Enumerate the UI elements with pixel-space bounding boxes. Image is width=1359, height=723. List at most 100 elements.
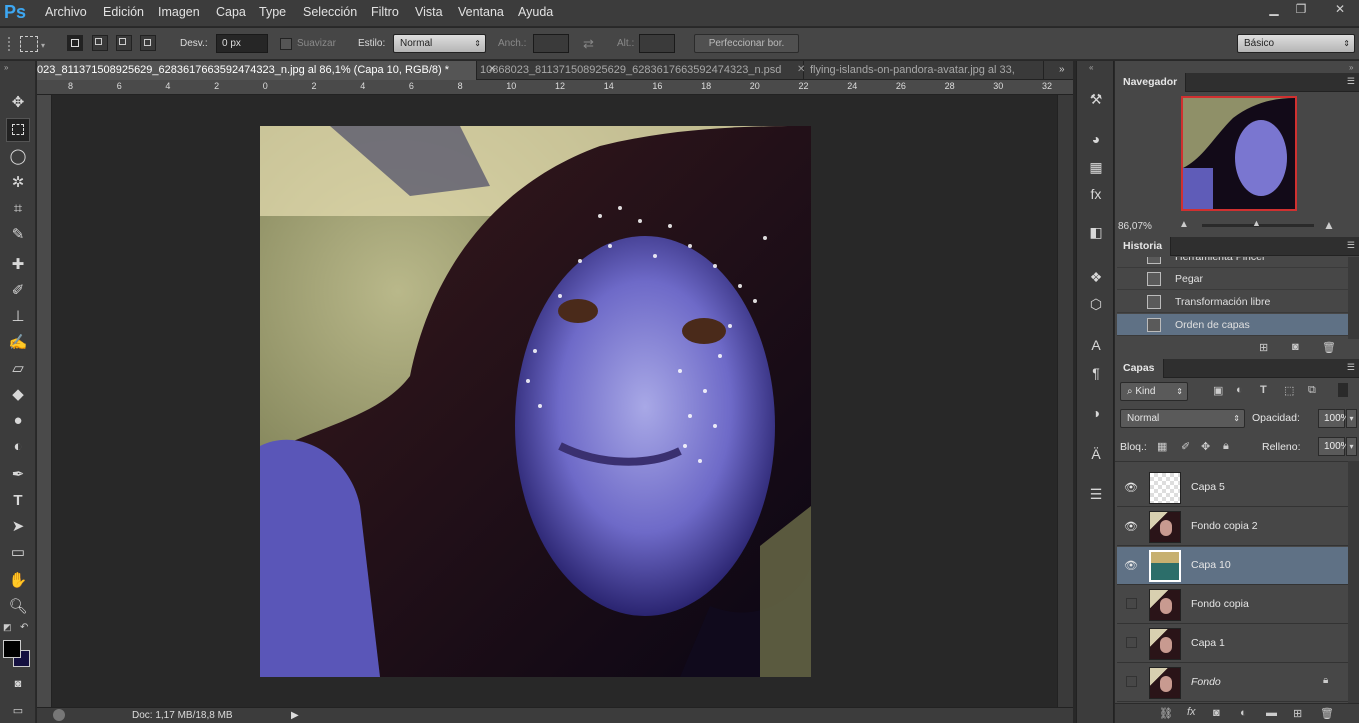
collapse-icon[interactable]: «	[1089, 63, 1093, 72]
history-item[interactable]: Transformación libre	[1117, 291, 1348, 313]
layer-row[interactable]: 👁︎ Fondo copia 2	[1117, 508, 1348, 546]
history-item[interactable]: Pegar	[1117, 268, 1348, 290]
menu-capa[interactable]: Capa	[216, 5, 246, 19]
tab-capas[interactable]: Capas	[1115, 359, 1164, 378]
rectangle-tool-icon[interactable]: ▭	[6, 541, 30, 565]
eye-icon[interactable]: 👁︎	[1124, 481, 1138, 495]
layer-kind-filter[interactable]: ⌕ Kind ⇕	[1120, 382, 1188, 401]
filter-pixel-icon[interactable]: ▣	[1213, 384, 1223, 397]
layer-row[interactable]: Fondo copia	[1117, 586, 1348, 624]
chevron-down-icon[interactable]: ▾	[1346, 409, 1357, 428]
eyedropper-tool-icon[interactable]: ✎	[6, 223, 30, 247]
add-mask-icon[interactable]: ◙	[1213, 707, 1220, 719]
styles-panel-icon[interactable]: fx	[1085, 183, 1107, 205]
layer-row[interactable]: Fondo 🔒︎	[1117, 664, 1348, 702]
blend-mode-select[interactable]: Normal ⇕	[1120, 409, 1245, 428]
new-group-icon[interactable]: ▬	[1266, 707, 1277, 719]
feather-input[interactable]: 0 px	[216, 34, 268, 53]
new-selection-icon[interactable]	[67, 35, 83, 51]
add-selection-icon[interactable]	[92, 35, 108, 51]
intersect-selection-icon[interactable]	[140, 35, 156, 51]
history-scrollbar[interactable]	[1348, 257, 1359, 339]
status-menu-icon[interactable]: ▶	[291, 710, 299, 721]
collapse-icon[interactable]: »	[4, 63, 8, 72]
zoom-in-icon[interactable]: ▲	[1323, 218, 1335, 232]
rectangular-marquee-tool-icon[interactable]	[6, 118, 30, 142]
menu-imagen[interactable]: Imagen	[158, 5, 200, 19]
quick-mask-icon[interactable]: ◙	[6, 672, 30, 696]
navigator-preview[interactable]	[1181, 96, 1297, 211]
filter-smartobject-icon[interactable]: ⧉	[1308, 384, 1316, 397]
filter-shape-icon[interactable]: ⬚	[1284, 384, 1294, 397]
height-input[interactable]	[639, 34, 675, 53]
menu-type[interactable]: Type	[259, 5, 286, 19]
eye-hidden-icon[interactable]	[1124, 637, 1138, 651]
trash-icon[interactable]: 🗑︎	[1320, 707, 1334, 720]
subtract-selection-icon[interactable]	[116, 35, 132, 51]
healing-brush-tool-icon[interactable]: ✚	[6, 253, 30, 277]
brush-tool-icon[interactable]: ✐	[6, 279, 30, 303]
fill-input[interactable]: 100%	[1318, 437, 1350, 456]
panel-menu-icon[interactable]: ☰	[1347, 76, 1355, 87]
filter-toggle[interactable]	[1338, 383, 1348, 397]
eye-hidden-icon[interactable]	[1124, 598, 1138, 612]
collapse-icon[interactable]: »	[1349, 63, 1353, 72]
history-brush-tool-icon[interactable]: ✍	[6, 331, 30, 355]
lock-all-icon[interactable]: 🔒︎	[1223, 440, 1229, 453]
new-document-from-state-icon[interactable]: ⊞	[1259, 341, 1268, 354]
menu-seleccion[interactable]: Selección	[303, 5, 357, 19]
clone-stamp-tool-icon[interactable]: ⊥	[6, 305, 30, 329]
close-icon[interactable]: ✕	[1322, 0, 1358, 18]
pen-tool-icon[interactable]: ✒	[6, 463, 30, 487]
brush-presets-icon[interactable]: ◑	[1085, 402, 1107, 424]
character-styles-icon[interactable]: Ä	[1085, 443, 1107, 465]
menu-ventana[interactable]: Ventana	[458, 5, 504, 19]
swap-icon[interactable]: ⇄	[583, 36, 594, 52]
lasso-tool-icon[interactable]: ◯	[6, 145, 30, 169]
eye-icon[interactable]: 👁︎	[1124, 559, 1138, 573]
style-select[interactable]: Normal ⇕	[393, 34, 486, 53]
history-item[interactable]: Herramienta Pincel	[1117, 257, 1348, 268]
tab-navegador[interactable]: Navegador	[1115, 73, 1187, 92]
zoom-tool-icon[interactable]: 🔍︎	[6, 595, 30, 619]
foreground-color-swatch[interactable]	[3, 640, 21, 658]
tab-active-document[interactable]: 023_811371508925629_6283617663592474323_…	[37, 61, 477, 80]
status-info-icon[interactable]	[53, 709, 65, 721]
refine-edge-button[interactable]: Perfeccionar bor.	[694, 34, 799, 53]
channels-panel-icon[interactable]: ❖	[1085, 266, 1107, 288]
adjustment-layer-icon[interactable]: ◐	[1240, 707, 1247, 719]
panel-menu-icon[interactable]: ☰	[1347, 240, 1355, 251]
move-tool-icon[interactable]: ✥	[6, 91, 30, 115]
default-colors-icon[interactable]: ◩	[3, 622, 12, 633]
adjustments-panel-icon[interactable]: ◧	[1085, 221, 1107, 243]
menu-archivo[interactable]: Archivo	[45, 5, 87, 19]
lock-pixels-icon[interactable]: ✐	[1181, 440, 1190, 453]
eraser-tool-icon[interactable]: ▱	[6, 357, 30, 381]
eye-icon[interactable]: 👁︎	[1124, 520, 1138, 534]
fx-icon[interactable]: fx	[1187, 706, 1196, 718]
layer-row[interactable]: 👁︎ Capa 5	[1117, 469, 1348, 507]
menu-edicion[interactable]: Edición	[103, 5, 144, 19]
quick-selection-tool-icon[interactable]: ✲	[6, 171, 30, 195]
swatches-panel-icon[interactable]: ▦	[1085, 156, 1107, 178]
lock-transparency-icon[interactable]: ▦	[1157, 440, 1167, 453]
layer-row[interactable]: Capa 1	[1117, 625, 1348, 663]
filter-adjustment-icon[interactable]: ◐	[1236, 384, 1243, 396]
restore-icon[interactable]: ❐	[1286, 0, 1316, 18]
zoom-out-icon[interactable]: ▲	[1179, 219, 1189, 230]
paint-bucket-tool-icon[interactable]: ◆	[6, 383, 30, 407]
lock-position-icon[interactable]: ✥	[1201, 440, 1210, 453]
history-item-selected[interactable]: Orden de capas	[1117, 314, 1348, 336]
type-tool-icon[interactable]: T	[6, 489, 30, 513]
vertical-scrollbar[interactable]	[1057, 95, 1073, 707]
paragraph-panel-icon[interactable]: ¶	[1085, 362, 1107, 384]
link-layers-icon[interactable]: ⛓	[1159, 707, 1173, 720]
layers-scrollbar[interactable]	[1348, 461, 1359, 703]
hand-tool-icon[interactable]: ✋	[6, 569, 30, 593]
layer-row-selected[interactable]: 👁︎ Capa 10	[1117, 547, 1348, 585]
crop-tool-icon[interactable]: ⌗	[6, 197, 30, 221]
swap-colors-icon[interactable]: ↶	[20, 622, 28, 633]
tab-historia[interactable]: Historia	[1115, 237, 1172, 256]
document-image[interactable]	[260, 126, 811, 677]
minimize-icon[interactable]: ▁	[1259, 0, 1289, 18]
